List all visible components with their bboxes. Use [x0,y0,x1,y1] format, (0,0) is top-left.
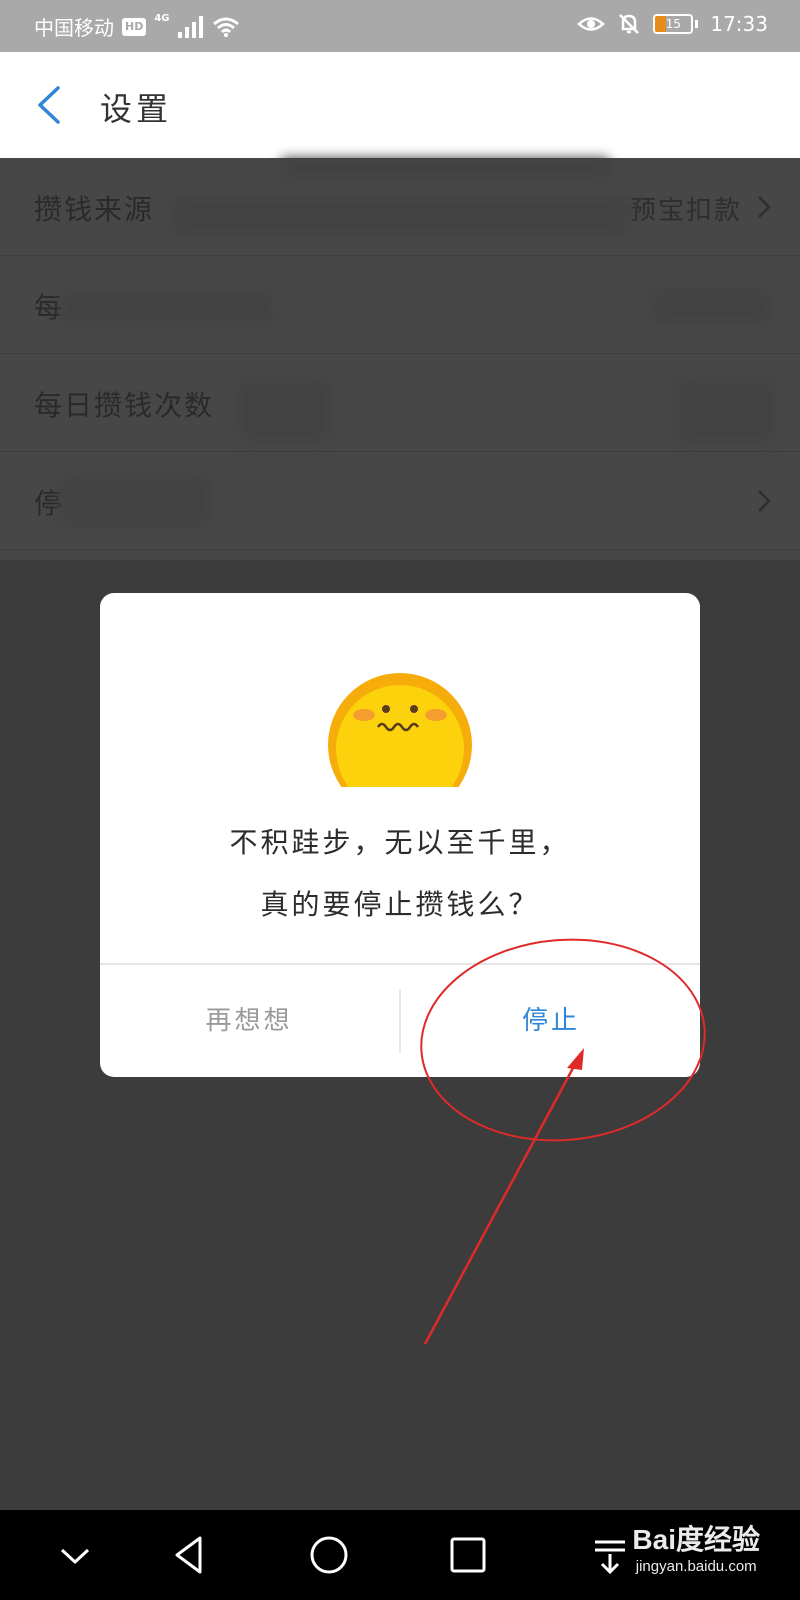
navigation-bar: Bai度经验 jingyan.baidu.com [0,1510,800,1600]
back-icon[interactable] [165,1530,215,1580]
annotation-arrow-line [423,1054,582,1345]
row-label: 每 [34,291,65,324]
eye-icon [577,17,606,31]
blur-mask [675,380,775,440]
blur-mask [170,198,630,234]
chevron-right-icon [758,490,771,512]
bell-off-icon [619,14,640,34]
blur-mask [240,380,330,440]
recents-icon[interactable] [443,1530,493,1580]
battery-cap [695,20,699,28]
page-title: 设置 [100,90,173,128]
battery-icon: 15 [653,14,694,34]
chevron-right-icon [758,196,771,218]
blur-mask [60,476,210,526]
home-icon[interactable] [304,1530,354,1580]
blur-mask [650,290,770,322]
settings-list: 攒钱来源 预宝扣款 每 每日攒钱次数 停 [0,158,800,560]
watermark-brand: Bai度经验 [632,1524,760,1555]
dialog-message-line2: 真的要停止攒钱么？ [260,888,540,921]
clock: 17:33 [710,12,768,36]
status-right: 15 17:33 [577,12,768,36]
network-badge: 4G [154,13,170,24]
baidu-jingyan-watermark: Bai度经验 jingyan.baidu.com [632,1518,760,1575]
back-arrow-icon[interactable] [28,80,78,130]
stop-saving-dialog: 不积跬步，无以至千里， 真的要停止攒钱么？ 再想想 停止 [100,593,700,1077]
battery-level: 15 [665,17,681,31]
watermark-url: jingyan.baidu.com [635,1558,757,1575]
row-value: 预宝扣款 [629,196,742,226]
row-label: 每日攒钱次数 [34,389,215,422]
status-bar: 中国移动 HD 4G 15 17:33 [0,0,800,52]
blur-mask [280,158,610,178]
signal-icon [177,15,203,38]
notification-pull-icon[interactable] [585,1530,635,1580]
blur-mask [62,293,272,325]
header: 设置 [0,52,800,158]
hd-badge: HD [122,17,147,36]
reconsider-button[interactable]: 再想想 [100,965,398,1077]
hide-keyboard-icon[interactable] [50,1530,100,1580]
worried-face-icon [328,673,472,787]
wifi-icon [212,17,239,37]
carrier-label: 中国移动 [34,16,114,40]
row-label: 攒钱来源 [34,193,155,226]
dialog-message-line1: 不积跬步，无以至千里， [229,826,571,859]
button-divider [399,989,401,1053]
status-left: 中国移动 HD 4G [34,12,240,41]
stop-button[interactable]: 停止 [402,965,700,1077]
